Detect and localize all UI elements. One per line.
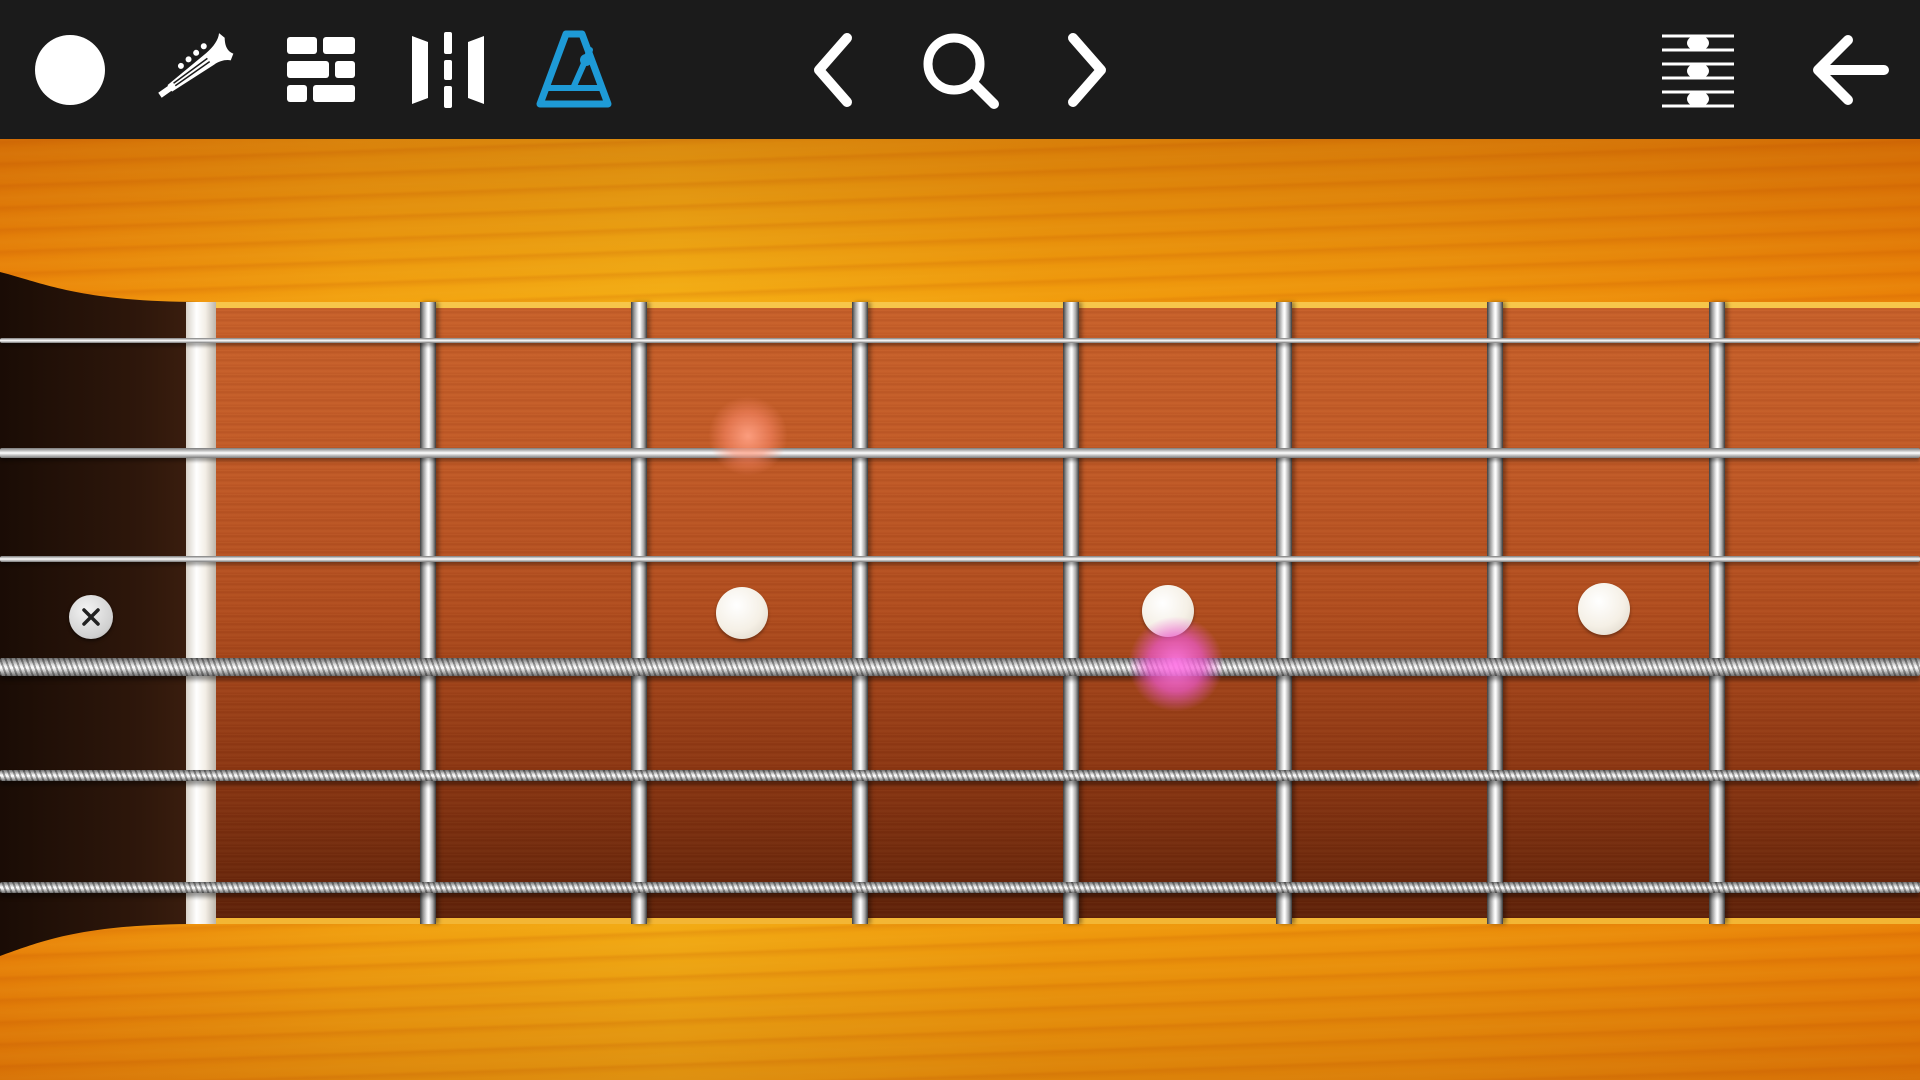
guitar-headstock-icon: [158, 33, 234, 98]
bass-guitar-app: [0, 0, 1920, 1080]
fret-7: [1709, 302, 1725, 924]
string-top-thin: [0, 338, 1920, 343]
metronome-button[interactable]: [524, 20, 624, 120]
search-icon: [923, 33, 999, 109]
chords-button[interactable]: [271, 20, 371, 120]
metronome-icon: [536, 30, 612, 108]
back-button[interactable]: [1798, 20, 1898, 120]
fret-4: [1063, 302, 1079, 924]
string-1[interactable]: [0, 448, 1920, 458]
arrow-left-icon: [1813, 35, 1889, 105]
string-2[interactable]: [0, 658, 1920, 676]
chevron-right-icon: [1068, 33, 1106, 107]
search-button[interactable]: [910, 20, 1010, 120]
fret-5: [1276, 302, 1292, 924]
fret-inlay-5: [1142, 585, 1194, 637]
string-3[interactable]: [0, 770, 1920, 781]
fret-1: [420, 302, 436, 924]
top-toolbar: [0, 0, 1920, 139]
equalizer-sliders-icon: [1662, 34, 1734, 108]
fret-inlay-3: [716, 587, 768, 639]
settings-button[interactable]: [1648, 20, 1748, 120]
close-icon: [82, 608, 100, 626]
fret-3: [852, 302, 868, 924]
next-button[interactable]: [1035, 20, 1135, 120]
mute-strings-button[interactable]: [69, 595, 113, 639]
record-circle-icon: [35, 35, 105, 105]
fret-2: [631, 302, 647, 924]
fretboard-mode-icon: [412, 32, 484, 108]
string-4[interactable]: [0, 882, 1920, 893]
previous-button[interactable]: [785, 20, 885, 120]
chord-grid-icon: [287, 37, 355, 102]
nut: [186, 302, 216, 924]
fretboard[interactable]: [186, 302, 1920, 924]
fret-inlay-7: [1578, 583, 1630, 635]
string-middle-thin: [0, 556, 1920, 562]
mode-button[interactable]: [398, 20, 498, 120]
instrument-button[interactable]: [146, 20, 246, 120]
record-button[interactable]: [20, 20, 120, 120]
fret-6: [1487, 302, 1503, 924]
chevron-left-icon: [814, 33, 852, 107]
